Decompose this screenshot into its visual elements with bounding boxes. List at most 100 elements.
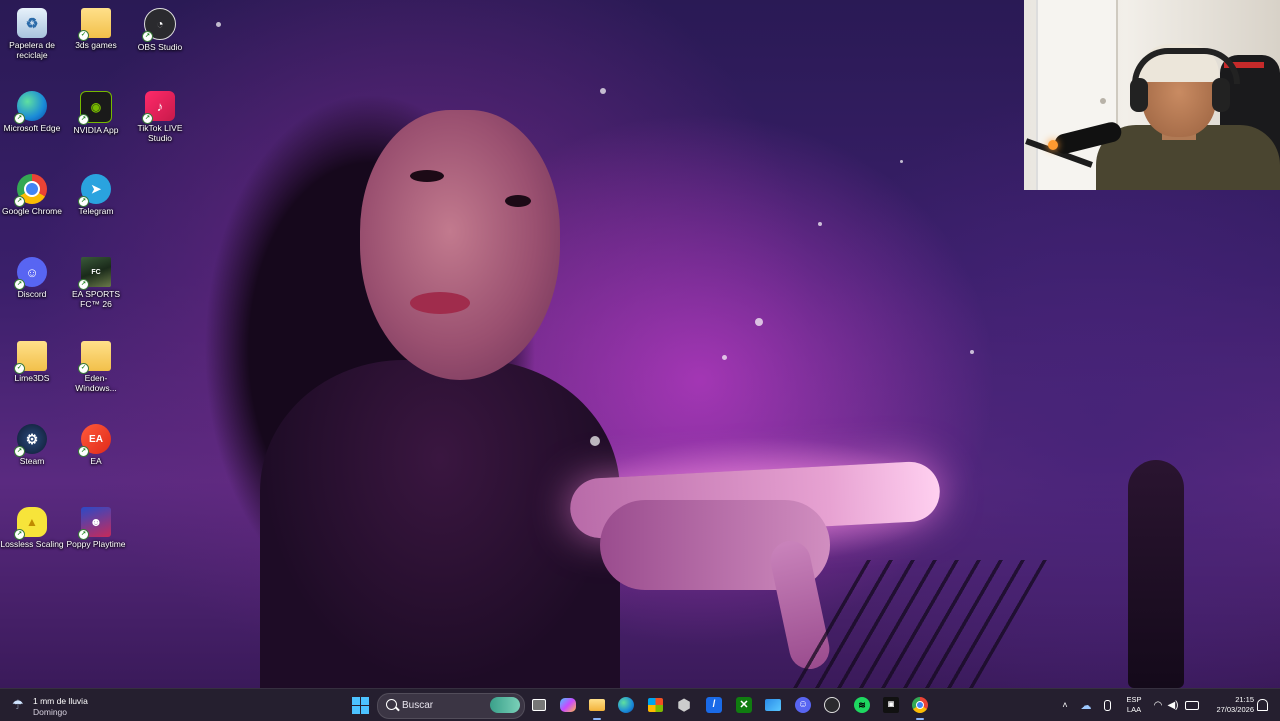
desktop-icon-lime3ds[interactable]: ✓ Lime3DS xyxy=(0,337,64,407)
tray-overflow-chevron[interactable]: ˄ xyxy=(1058,689,1072,721)
taskbar-store[interactable] xyxy=(644,694,666,716)
tray-microphone[interactable] xyxy=(1100,689,1114,721)
desktop-icon-discord[interactable]: ☺ ↗ Discord xyxy=(0,253,64,323)
blue-app-icon: / xyxy=(706,697,722,713)
desktop-icon-label: Microsoft Edge xyxy=(3,123,61,133)
search-box[interactable]: Buscar xyxy=(377,693,525,719)
taskbar-obs[interactable] xyxy=(821,694,843,716)
wallpaper-eye xyxy=(505,195,531,207)
taskbar-file-explorer[interactable] xyxy=(586,694,608,720)
taskbar-app-blue[interactable]: / xyxy=(703,694,725,716)
shortcut-arrow-icon: ↗ xyxy=(14,446,25,457)
desktop-icon-label: 3ds games xyxy=(75,40,117,50)
taskbar-mail[interactable] xyxy=(762,694,784,716)
desktop-icon-label: Eden-Windows... xyxy=(75,373,117,393)
chrome-icon: ↗ xyxy=(14,174,47,207)
search-placeholder: Buscar xyxy=(402,700,434,711)
wallpaper-star xyxy=(900,160,903,163)
tray-battery[interactable] xyxy=(1184,689,1200,721)
wallpaper-standing-figure xyxy=(1128,460,1184,688)
taskbar-edge[interactable] xyxy=(615,694,637,716)
desktop-icon-recycle-bin[interactable]: ♻ Papelera de reciclaje xyxy=(0,4,64,74)
desktop-icon-label: NVIDIA App xyxy=(73,125,119,135)
wallpaper-star xyxy=(216,22,221,27)
store-icon xyxy=(647,698,663,712)
desktop-icon-telegram[interactable]: ➤ ↗ Telegram xyxy=(64,170,128,240)
shortcut-arrow-icon: ↗ xyxy=(142,31,153,42)
game-icon: ▣ xyxy=(883,697,899,713)
desktop-icon-edge[interactable]: ↗ Microsoft Edge xyxy=(0,87,64,157)
shortcut-arrow-icon: ↗ xyxy=(78,529,89,540)
tray-onedrive[interactable]: ☁ xyxy=(1078,689,1094,721)
recycle-bin-icon: ♻ xyxy=(17,8,47,38)
desktop-icon-steam[interactable]: ⚙ ↗ Steam xyxy=(0,420,64,490)
shortcut-arrow-icon: ↗ xyxy=(14,279,25,290)
webcam-headphone-left xyxy=(1130,78,1148,112)
wallpaper-star xyxy=(755,318,763,326)
bell-icon xyxy=(1256,699,1268,711)
shortcut-arrow-icon: ↗ xyxy=(14,113,25,124)
language-code: ESP xyxy=(1126,695,1142,704)
taskbar-game[interactable]: ▣ xyxy=(880,694,902,716)
weather-text: 1 mm de lluvia xyxy=(33,696,88,706)
tray-clock[interactable]: 21:15 27/03/2026 xyxy=(1204,695,1254,715)
search-highlight-icon xyxy=(490,697,520,713)
shortcut-arrow-icon: ↗ xyxy=(78,279,89,290)
desktop-icon-chrome[interactable]: ↗ Google Chrome xyxy=(0,170,64,240)
tray-wifi[interactable]: ◠ xyxy=(1150,689,1166,721)
sync-check-icon: ✓ xyxy=(78,30,89,41)
desktop-icon-eden-windows[interactable]: ✓ Eden-Windows... xyxy=(64,337,128,407)
speaker-icon: ◀) xyxy=(1167,699,1179,711)
battery-icon xyxy=(1185,700,1199,710)
taskbar-spotify[interactable]: ≋ xyxy=(851,694,873,716)
desktop-icon-3ds-games[interactable]: ✓ 3ds games xyxy=(64,4,128,74)
weather-widget[interactable]: ☂ 1 mm de lluvia Domingo xyxy=(10,692,120,718)
wallpaper-body xyxy=(260,360,620,688)
tray-language[interactable]: ESP LAA xyxy=(1122,695,1146,715)
wallpaper-star xyxy=(600,88,606,94)
desktop-icon-obs-studio[interactable]: ◔ ↗ OBS Studio xyxy=(128,4,192,74)
desktop-icon-poppy-playtime[interactable]: ☻ ↗ Poppy Playtime xyxy=(64,503,128,573)
wallpaper-railing xyxy=(793,560,1047,688)
search-icon xyxy=(386,699,397,710)
taskbar-app-hexagon[interactable]: ⬢ xyxy=(673,694,695,716)
desktop-icon-ea-fc-26[interactable]: FC ↗ EA SPORTS FC™ 26 xyxy=(64,253,128,323)
steam-icon: ⚙ ↗ xyxy=(14,424,47,457)
folder-icon: ✓ xyxy=(78,8,111,41)
lossless-scaling-icon: ▲ ↗ xyxy=(14,507,47,540)
wifi-icon: ◠ xyxy=(1153,699,1163,711)
desktop-icon-nvidia-app[interactable]: ◉ ↗ NVIDIA App xyxy=(64,87,128,157)
cloud-icon: ☁ xyxy=(1080,699,1092,712)
wallpaper-star xyxy=(970,350,974,354)
desktop-icon-ea[interactable]: EA ↗ EA xyxy=(64,420,128,490)
wallpaper-star xyxy=(590,436,600,446)
wallpaper-star xyxy=(818,222,822,226)
windows-icon xyxy=(351,696,369,714)
tray-notifications[interactable] xyxy=(1255,689,1269,721)
taskbar-discord[interactable]: ☺ xyxy=(792,694,814,716)
desktop-icon-label: Google Chrome xyxy=(1,206,62,216)
webcam-door-knob xyxy=(1100,98,1106,104)
shortcut-arrow-icon: ↗ xyxy=(14,529,25,540)
weather-day: Domingo xyxy=(33,707,68,717)
desktop-icon-label: OBS Studio xyxy=(137,42,183,52)
folder-icon: ✓ xyxy=(78,341,111,374)
taskbar-xbox[interactable]: ✕ xyxy=(733,694,755,716)
start-button[interactable] xyxy=(349,694,371,716)
shortcut-arrow-icon: ↗ xyxy=(78,196,89,207)
taskbar-copilot[interactable] xyxy=(557,694,579,716)
desktop-icon-label: Papelera de reciclaje xyxy=(9,40,55,60)
ea-fc-icon: FC ↗ xyxy=(78,257,111,290)
shortcut-arrow-icon: ↗ xyxy=(78,114,89,125)
taskbar-task-view[interactable] xyxy=(528,694,550,716)
edge-icon xyxy=(618,697,634,713)
chrome-icon xyxy=(912,697,928,713)
desktop-icon-lossless-scaling[interactable]: ▲ ↗ Lossless Scaling xyxy=(0,503,64,573)
shortcut-arrow-icon: ↗ xyxy=(142,113,153,124)
chevron-up-icon: ˄ xyxy=(1062,700,1068,710)
desktop-icon-tiktok-live-studio[interactable]: ♪ ↗ TikTok LIVE Studio xyxy=(128,87,192,157)
ea-icon: EA ↗ xyxy=(78,424,111,457)
tray-volume[interactable]: ◀) xyxy=(1166,689,1180,721)
desktop-icon-label: TikTok LIVE Studio xyxy=(137,123,183,143)
taskbar-chrome[interactable] xyxy=(909,694,931,720)
